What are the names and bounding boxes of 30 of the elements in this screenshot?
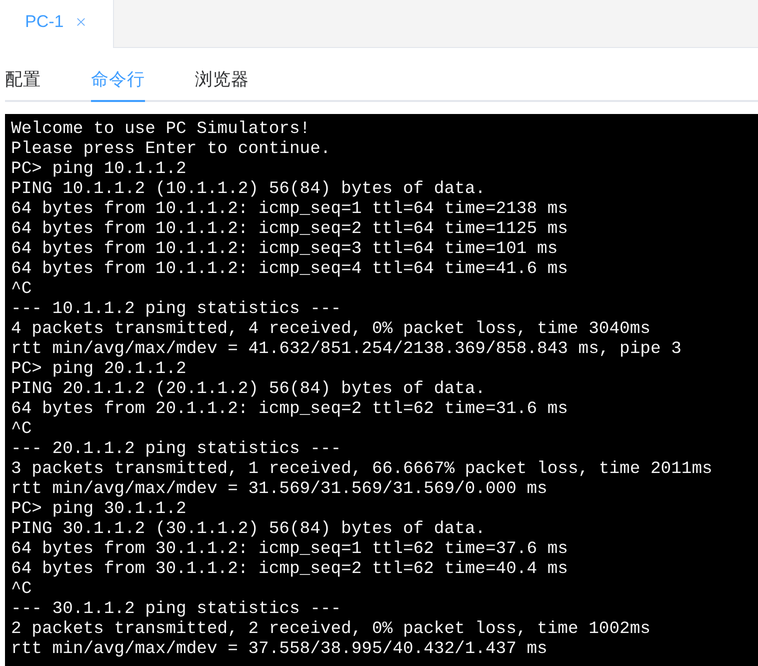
terminal-line: --- 30.1.1.2 ping statistics --- — [11, 600, 342, 620]
terminal-line: 64 bytes from 20.1.1.2: icmp_seq=2 ttl=62 time=31.6 ms — [11, 400, 568, 420]
terminal-line: 64 bytes from 10.1.1.2: icmp_seq=4 ttl=64 time=41.6 ms — [11, 260, 568, 280]
terminal-line: PING 10.1.1.2 (10.1.1.2) 56(84) bytes of data. — [11, 180, 486, 200]
terminal-line: rtt min/avg/max/mdev = 31.569/31.569/31.569/0.000 ms — [11, 480, 548, 500]
terminal-line: 64 bytes from 10.1.1.2: icmp_seq=1 ttl=64 time=2138 ms — [11, 200, 568, 220]
terminal-line: 2 packets transmitted, 2 received, 0% packet loss, time 1002ms — [11, 620, 650, 640]
terminal-line: rtt min/avg/max/mdev = 41.632/851.254/2138.369/858.843 ms, pipe 3 — [11, 340, 682, 360]
terminal-line: --- 20.1.1.2 ping statistics --- — [11, 440, 342, 460]
terminal-line: PC> ping 30.1.1.2 — [11, 500, 186, 520]
terminal-line: --- 10.1.1.2 ping statistics --- — [11, 300, 342, 320]
tab[interactable]: 浏览器 — [195, 60, 249, 102]
terminal-line: Welcome to use PC Simulators! — [11, 120, 310, 140]
terminal-line: PING 20.1.1.2 (20.1.1.2) 56(84) bytes of data. — [11, 380, 486, 400]
close-icon[interactable] — [76, 18, 85, 26]
terminal-line: 64 bytes from 30.1.1.2: icmp_seq=2 ttl=62 time=40.4 ms — [11, 560, 568, 580]
terminal-line: 4 packets transmitted, 4 received, 0% packet loss, time 3040ms — [11, 320, 650, 340]
terminal-line: Please press Enter to continue. — [11, 140, 331, 160]
terminal-line: PC> ping 10.1.1.2 — [11, 160, 186, 180]
terminal-line: ^C — [11, 280, 32, 300]
terminal-line: 64 bytes from 30.1.1.2: icmp_seq=1 ttl=62 time=37.6 ms — [11, 540, 568, 560]
terminal-line: ^C — [11, 580, 32, 600]
terminal-line: ^C — [11, 420, 32, 440]
terminal-line: 64 bytes from 10.1.1.2: icmp_seq=3 ttl=64 time=101 ms — [11, 240, 558, 260]
tab[interactable]: 配置 — [5, 60, 41, 102]
terminal-line: 64 bytes from 10.1.1.2: icmp_seq=2 ttl=64 time=1125 ms — [11, 220, 568, 240]
terminal-line: PC> ping 20.1.1.2 — [11, 360, 186, 380]
terminal-line: 3 packets transmitted, 1 received, 66.6667% packet loss, time 2011ms — [11, 460, 712, 480]
terminal-line: rtt min/avg/max/mdev = 37.558/38.995/40.432/1.437 ms — [11, 640, 548, 660]
terminal-line: PING 30.1.1.2 (30.1.1.2) 56(84) bytes of data. — [11, 520, 486, 540]
